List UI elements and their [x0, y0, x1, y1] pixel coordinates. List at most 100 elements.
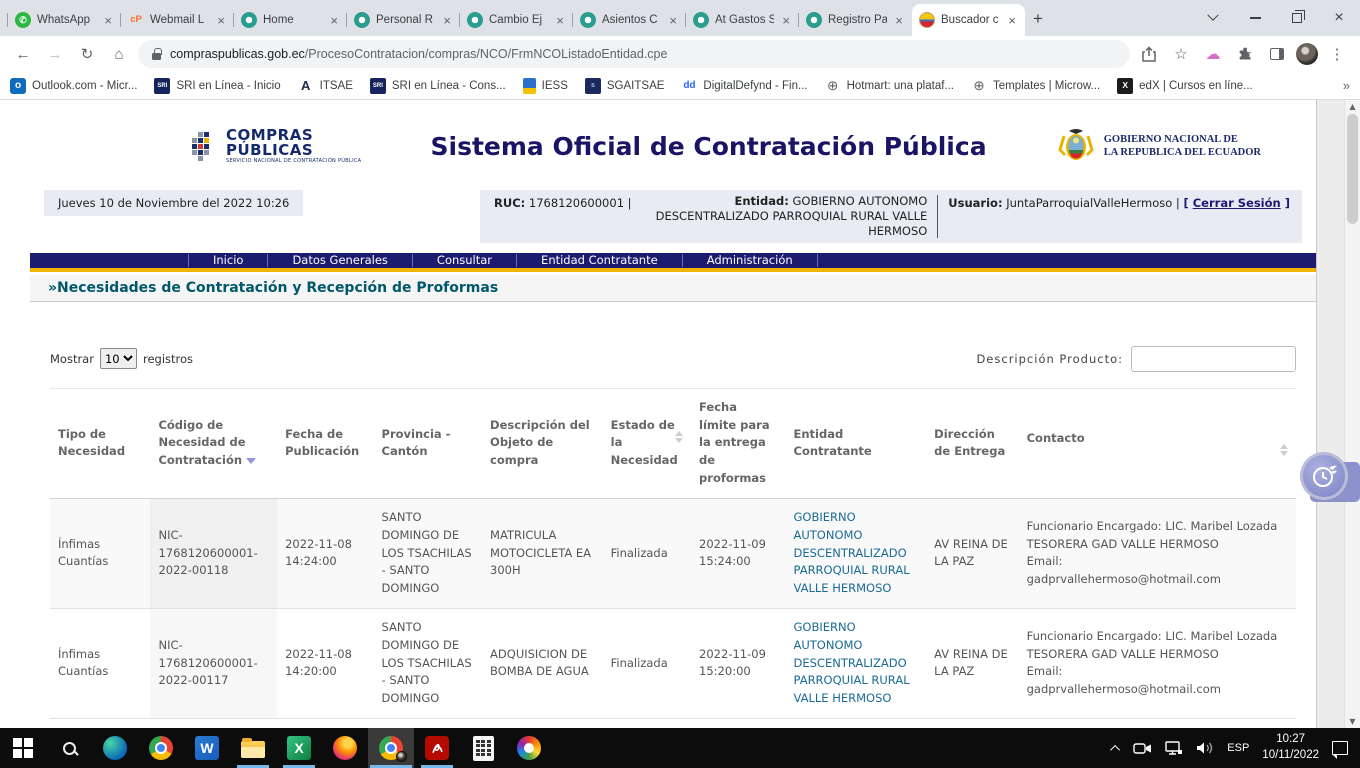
taskbar-word[interactable]: W — [184, 728, 230, 768]
browser-tab-gastos[interactable]: At Gastos S × — [686, 4, 799, 36]
tab-close-icon[interactable]: × — [441, 13, 453, 28]
col-fecha-publicacion[interactable]: Fecha de Publicación — [277, 388, 373, 498]
action-center-icon[interactable] — [1332, 741, 1348, 755]
reload-icon[interactable]: ↻ — [74, 41, 100, 67]
bookmark-hotmart[interactable]: ⊕Hotmart: una plataf... — [825, 78, 954, 94]
hidden-icons-chevron-icon[interactable] — [1110, 744, 1120, 754]
browser-tab-cambio[interactable]: Cambio Ej × — [460, 4, 573, 36]
profile-avatar[interactable] — [1296, 43, 1318, 65]
col-entidad-contratante[interactable]: Entidad Contratante — [786, 388, 927, 498]
col-contacto[interactable]: Contacto — [1019, 388, 1296, 498]
bookmark-sgaitsae[interactable]: SGAITSAE — [585, 78, 665, 94]
extensions-puzzle-icon[interactable] — [1232, 41, 1258, 67]
col-descripcion-objeto[interactable]: Descripción del Objeto de compra — [482, 388, 603, 498]
nav-item-inicio[interactable]: Inicio — [188, 254, 268, 267]
tab-search-chevron-icon[interactable] — [1192, 0, 1234, 36]
tab-close-icon[interactable]: × — [102, 13, 114, 28]
bookmark-star-icon[interactable]: ☆ — [1168, 41, 1194, 67]
taskbar-edge[interactable] — [92, 728, 138, 768]
scroll-up-icon[interactable]: ▲ — [1349, 102, 1355, 111]
scrollbar-thumb[interactable] — [1347, 114, 1358, 224]
tab-close-icon[interactable]: × — [554, 13, 566, 28]
tab-close-icon[interactable]: × — [328, 13, 340, 28]
tab-close-icon[interactable]: × — [780, 13, 792, 28]
col-direccion-entrega[interactable]: Dirección de Entrega — [926, 388, 1018, 498]
meet-camera-icon[interactable] — [1133, 741, 1152, 756]
taskbar-chrome[interactable] — [138, 728, 184, 768]
browser-tab-webmail[interactable]: Webmail L × — [121, 4, 234, 36]
secure-lock-icon[interactable] — [152, 53, 161, 60]
browser-tab-asientos[interactable]: Asientos C × — [573, 4, 686, 36]
taskbar-search-button[interactable] — [46, 728, 92, 768]
tab-close-icon[interactable]: × — [1006, 13, 1018, 28]
bookmark-itsae[interactable]: ITSAE — [298, 78, 353, 94]
col-codigo-necesidad[interactable]: Código de Necesidad de Contratación — [150, 388, 277, 498]
window-minimize-button[interactable] — [1234, 0, 1276, 36]
bookmark-iess[interactable]: IESS — [523, 78, 568, 94]
home-icon[interactable]: ⌂ — [106, 41, 132, 67]
tab-close-icon[interactable]: × — [893, 13, 905, 28]
table-row: Ínfimas Cuantías NIC-1768120600001-2022-… — [50, 608, 1296, 718]
bookmark-sri-consultas[interactable]: SRI en Línea - Cons... — [370, 78, 506, 94]
taskbar-paint[interactable] — [506, 728, 552, 768]
bookmark-digitaldefynd[interactable]: DigitalDefynd - Fin... — [681, 78, 807, 94]
back-icon[interactable]: ← — [10, 41, 36, 67]
nav-item-entidad-contratante[interactable]: Entidad Contratante — [517, 254, 683, 267]
cell-descripcion: MATRICULA MOTOCICLETA EA 300H — [482, 498, 603, 608]
side-panel-icon[interactable] — [1264, 41, 1290, 67]
browser-tab-buscador-active[interactable]: Buscador c × — [912, 4, 1025, 36]
taskbar-file-explorer[interactable] — [230, 728, 276, 768]
taskbar-firefox[interactable] — [322, 728, 368, 768]
address-bar[interactable]: compraspublicas.gob.ec/ProcesoContrataci… — [138, 40, 1130, 68]
sri-icon — [154, 78, 170, 94]
bookmark-outlook[interactable]: Outlook.com - Micr... — [10, 78, 137, 94]
speaker-icon[interactable] — [1196, 741, 1214, 755]
entidad-link[interactable]: GOBIERNO AUTONOMO DESCENTRALIZADO PARROQ… — [794, 510, 910, 595]
cell-provincia: SANTO DOMINGO DE LOS TSACHILAS - SANTO D… — [374, 498, 483, 608]
entidad-link[interactable]: GOBIERNO AUTONOMO DESCENTRALIZADO PARROQ… — [794, 620, 910, 705]
taskbar-calculator[interactable] — [460, 728, 506, 768]
share-icon[interactable] — [1136, 41, 1162, 67]
forward-icon[interactable]: → — [42, 41, 68, 67]
browser-tab-whatsapp[interactable]: WhatsApp × — [8, 4, 121, 36]
start-button[interactable] — [0, 728, 46, 768]
floating-clock-widget[interactable] — [1300, 452, 1348, 500]
browser-tab-home[interactable]: Home × — [234, 4, 347, 36]
product-description-input[interactable] — [1131, 346, 1296, 372]
taskbar-chrome-active[interactable] — [368, 728, 414, 768]
language-indicator[interactable]: ESP — [1227, 742, 1249, 754]
page-scrollbar[interactable]: ▲ ▼ — [1344, 100, 1360, 728]
bookmark-sri-inicio[interactable]: SRI en Línea - Inicio — [154, 78, 280, 94]
nav-item-administracion[interactable]: Administración — [683, 254, 818, 267]
taskbar-clock[interactable]: 10:27 10/11/2022 — [1262, 732, 1319, 763]
browser-menu-icon[interactable]: ⋮ — [1324, 41, 1350, 67]
taskbar-excel[interactable]: X — [276, 728, 322, 768]
bookmark-edx[interactable]: edX | Cursos en líne... — [1117, 78, 1253, 94]
col-tipo-necesidad[interactable]: Tipo de Necesidad — [50, 388, 150, 498]
bookmarks-overflow-icon[interactable]: » — [1343, 78, 1350, 93]
col-provincia-canton[interactable]: Provincia - Cantón — [374, 388, 483, 498]
nav-item-consultar[interactable]: Consultar — [413, 254, 517, 267]
main-navigation: Inicio Datos Generales Consultar Entidad… — [30, 253, 1316, 272]
taskbar-acrobat[interactable] — [414, 728, 460, 768]
col-fecha-limite[interactable]: Fecha límite para la entrega de proforma… — [691, 388, 785, 498]
browser-tab-personal[interactable]: Personal R × — [347, 4, 460, 36]
window-restore-button[interactable] — [1276, 0, 1318, 36]
bookmark-templates[interactable]: ⊕Templates | Microw... — [971, 78, 1100, 94]
gov-line1: GOBIERNO NACIONAL DE — [1104, 133, 1261, 146]
url-host: compraspublicas.gob.ec — [170, 47, 305, 61]
tab-close-icon[interactable]: × — [215, 13, 227, 28]
tab-close-icon[interactable]: × — [667, 13, 679, 28]
logout-link[interactable]: [ Cerrar Sesión ] — [1183, 196, 1290, 210]
network-icon[interactable] — [1165, 741, 1183, 756]
site-favicon-icon — [354, 12, 370, 28]
window-close-button[interactable]: × — [1318, 0, 1360, 36]
globe-icon: ⊕ — [971, 78, 987, 94]
nav-item-datos-generales[interactable]: Datos Generales — [268, 254, 412, 267]
scroll-down-icon[interactable]: ▼ — [1349, 717, 1355, 726]
col-estado-necesidad[interactable]: Estado de la Necesidad — [603, 388, 691, 498]
browser-tab-registro[interactable]: Registro Pa × — [799, 4, 912, 36]
extension-cloud-icon[interactable]: ☁ — [1200, 41, 1226, 67]
page-size-select[interactable]: 10 — [100, 348, 137, 369]
new-tab-button[interactable]: + — [1033, 9, 1043, 29]
